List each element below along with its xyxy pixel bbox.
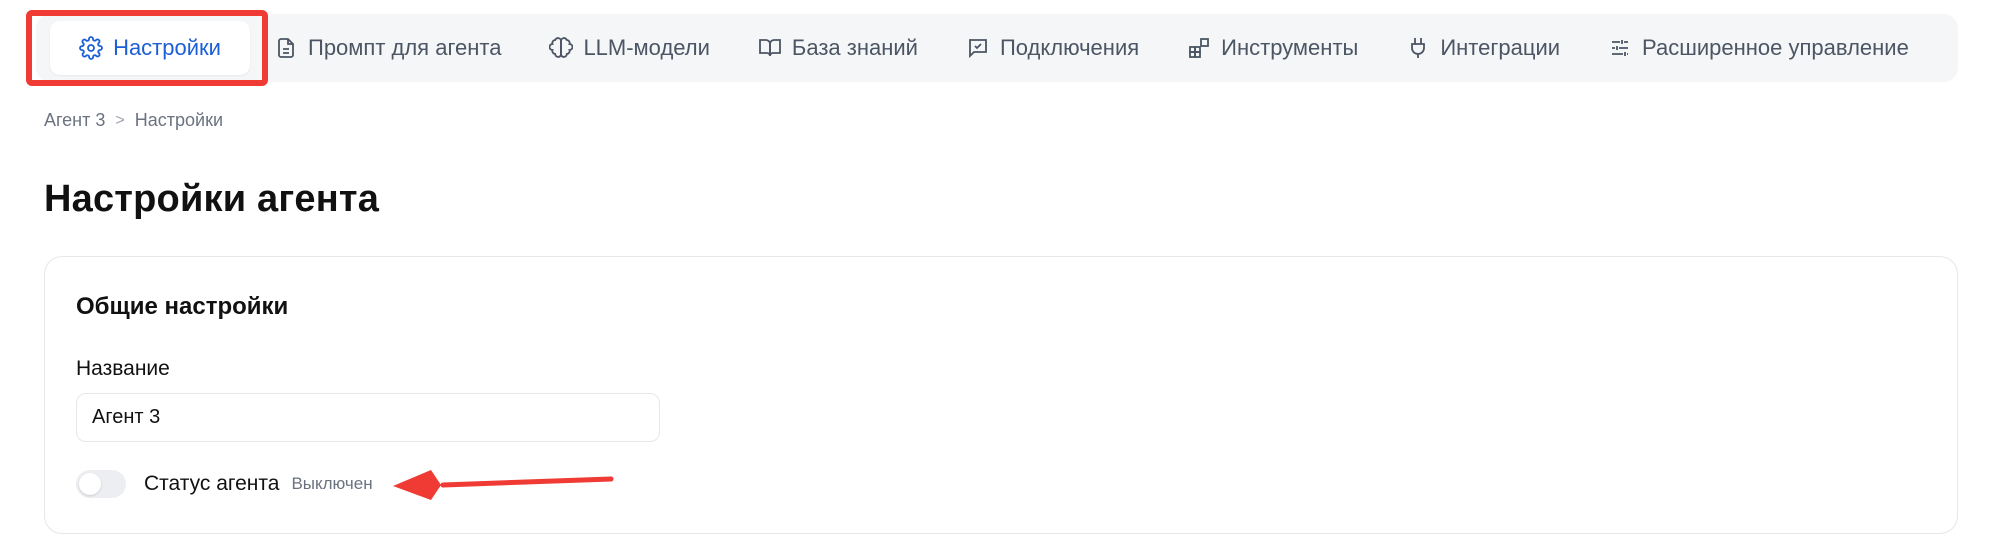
top-tabs: Настройки Промпт для агента LLM-модели Б… (36, 14, 1958, 82)
agent-status-label: Статус агента (144, 472, 280, 495)
tab-connections[interactable]: Подключения (942, 21, 1163, 75)
general-settings-card: Общие настройки Название Статус агента В… (44, 256, 1958, 534)
gear-icon (79, 36, 103, 60)
tab-prompt[interactable]: Промпт для агента (250, 21, 525, 75)
tab-prompt-label: Промпт для агента (308, 35, 502, 60)
breadcrumb: Агент 3 > Настройки (44, 110, 223, 131)
name-field-label: Название (76, 357, 170, 380)
document-icon (274, 36, 298, 60)
breadcrumb-item-settings: Настройки (134, 110, 223, 130)
tab-connections-label: Подключения (999, 35, 1140, 60)
tab-llm-models-label: LLM-модели (583, 35, 710, 60)
card-title: Общие настройки (76, 293, 289, 320)
tab-advanced-management-label: Расширенное управление (1642, 35, 1909, 60)
toggle-knob (79, 473, 101, 495)
page-title: Настройки агента (44, 178, 380, 220)
agent-status-toggle[interactable] (76, 470, 126, 498)
breadcrumb-separator: > (115, 111, 125, 129)
tab-integrations-label: Интеграции (1440, 35, 1561, 60)
tab-settings[interactable]: Настройки (50, 21, 250, 75)
agent-status-value: Выключен (291, 474, 373, 493)
tab-tools-label: Инструменты (1221, 35, 1359, 60)
name-input[interactable] (76, 393, 660, 442)
tab-settings-label: Настройки (113, 35, 221, 60)
tab-knowledge-base[interactable]: База знаний (734, 21, 942, 75)
blocks-icon (1187, 36, 1211, 60)
agent-status-row: Статус агента Выключен (76, 469, 373, 499)
tab-tools[interactable]: Инструменты (1163, 21, 1382, 75)
tab-advanced-management[interactable]: Расширенное управление (1584, 21, 1933, 75)
tab-llm-models[interactable]: LLM-модели (525, 21, 733, 75)
page: Настройки Промпт для агента LLM-модели Б… (0, 0, 1989, 542)
tab-integrations[interactable]: Интеграции (1382, 21, 1584, 75)
sliders-icon (1608, 36, 1632, 60)
chat-check-icon (966, 36, 990, 60)
tab-knowledge-base-label: База знаний (791, 35, 918, 60)
breadcrumb-item-agent[interactable]: Агент 3 (44, 110, 105, 131)
book-icon (758, 36, 782, 60)
plug-icon (1406, 36, 1430, 60)
brain-icon (549, 36, 574, 60)
